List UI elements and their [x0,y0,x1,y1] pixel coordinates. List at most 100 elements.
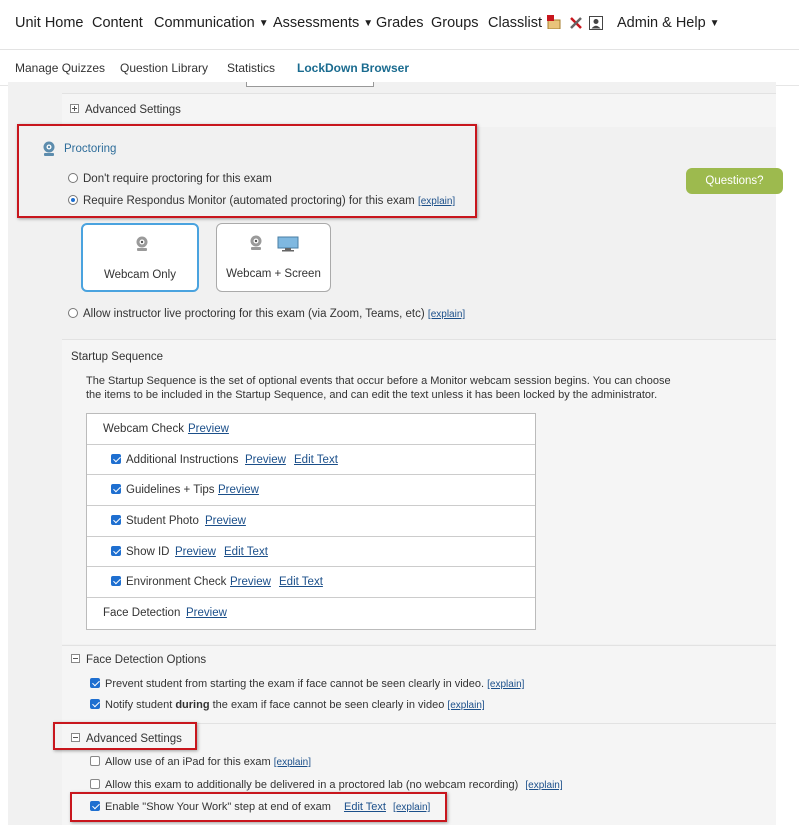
seq-checkbox-item[interactable]: Additional Instructions [111,453,239,466]
preview-link[interactable]: Preview [245,454,286,466]
checkbox[interactable] [90,678,100,688]
nav-assessments-label: Assessments [273,15,360,31]
option-live-proctoring-label: Allow instructor live proctoring for thi… [83,308,425,320]
explain-link[interactable]: [explain] [487,679,524,690]
edit-text-link[interactable]: Edit Text [344,801,386,813]
option-no-proctoring[interactable]: Don't require proctoring for this exam [68,173,272,185]
nav-admin-help-label: Admin & Help [617,15,706,31]
nav-classlist[interactable]: Classlist [488,15,542,31]
checkbox[interactable] [111,453,121,464]
startup-sequence-table: Webcam Check Preview Additional Instruct… [86,413,536,630]
advanced-settings-top-label: Advanced Settings [85,104,181,116]
mail-icon[interactable] [547,15,561,29]
checkbox[interactable] [111,545,121,556]
face-option-notify-pre: Notify student [105,699,176,711]
explain-link[interactable]: [explain] [525,780,562,791]
preview-link[interactable]: Preview [205,515,246,527]
nav-grades[interactable]: Grades [376,15,424,31]
preview-link[interactable]: Preview [175,546,216,558]
seq-label: Guidelines + Tips [126,484,215,497]
advanced-option-ipad[interactable]: Allow use of an iPad for this exam [expl… [90,756,311,768]
nav-groups[interactable]: Groups [431,15,479,31]
advanced-settings-top-toggle[interactable]: Advanced Settings [70,104,181,116]
tab-lockdown-browser[interactable]: LockDown Browser [297,61,409,75]
nav-admin-help[interactable]: Admin & Help ▼ [617,15,720,31]
advanced-settings-title: Advanced Settings [86,733,182,745]
face-option-prevent[interactable]: Prevent student from starting the exam i… [90,678,524,690]
seq-row-show-id: Show ID Preview Edit Text [87,537,535,568]
radio-live-proctoring[interactable] [68,308,78,318]
explain-link[interactable]: [explain] [393,802,430,813]
checkbox[interactable] [111,515,121,526]
checkbox[interactable] [90,699,100,709]
questions-button[interactable]: Questions? [686,168,783,194]
option-no-proctoring-label: Don't require proctoring for this exam [83,173,272,185]
preview-link[interactable]: Preview [230,576,271,588]
nav-communication-label: Communication [154,15,255,31]
edit-text-link[interactable]: Edit Text [294,454,338,466]
sub-navigation: Manage Quizzes Question Library Statisti… [0,50,799,86]
face-detection-title: Face Detection Options [86,654,207,666]
seq-label: Webcam Check [103,423,184,435]
tools-icon[interactable] [569,16,583,30]
nav-assessments[interactable]: Assessments ▼ [273,15,373,31]
seq-row-student-photo: Student Photo Preview [87,506,535,537]
nav-content[interactable]: Content [92,15,143,31]
seq-row-webcam-check: Webcam Check Preview [87,414,535,445]
webcam-icon [136,236,148,251]
checkbox[interactable] [111,576,121,587]
explain-link[interactable]: [explain] [447,700,484,711]
top-navigation: Unit Home Content Communication ▼ Assessm… [0,0,799,50]
option-respondus-monitor-label: Require Respondus Monitor (automated pro… [83,195,415,207]
chevron-down-icon: ▼ [363,18,374,29]
explain-link[interactable]: [explain] [428,309,465,320]
webcam-icon [43,141,55,156]
preview-link[interactable]: Preview [186,607,227,619]
user-box-icon[interactable] [589,16,603,30]
card-webcam-screen[interactable]: Webcam + Screen [216,223,331,292]
face-option-notify[interactable]: Notify student during the exam if face c… [90,699,485,711]
checkbox[interactable] [90,756,100,766]
collapse-icon [71,733,80,742]
seq-checkbox-item[interactable]: Student Photo [111,515,199,527]
seq-row-additional-instructions: Additional Instructions Preview Edit Tex… [87,445,535,476]
password-input[interactable] [246,82,374,87]
radio-respondus-monitor[interactable] [68,195,78,205]
seq-checkbox-item[interactable]: Show ID [111,545,170,558]
monitor-icon [277,236,299,252]
advanced-option-ipad-label: Allow use of an iPad for this exam [105,756,271,768]
advanced-option-lab[interactable]: Allow this exam to additionally be deliv… [90,779,563,791]
startup-sequence-description-line1: The Startup Sequence is the set of optio… [86,375,671,387]
option-respondus-monitor[interactable]: Require Respondus Monitor (automated pro… [68,195,455,207]
seq-label: Student Photo [126,515,199,528]
preview-link[interactable]: Preview [218,484,259,496]
collapse-icon [71,654,80,663]
tab-question-library[interactable]: Question Library [120,61,208,75]
explain-link[interactable]: [explain] [418,196,455,207]
seq-checkbox-item[interactable]: Guidelines + Tips [111,484,215,496]
card-webcam-only[interactable]: Webcam Only [81,223,199,292]
nav-unit-home[interactable]: Unit Home [15,15,84,31]
nav-communication[interactable]: Communication ▼ [154,15,269,31]
advanced-option-lab-label: Allow this exam to additionally be deliv… [105,779,519,791]
explain-link[interactable]: [explain] [274,757,311,768]
edit-text-link[interactable]: Edit Text [279,576,323,588]
startup-sequence-description-line2: the items to be included in the Startup … [86,389,658,401]
checkbox[interactable] [90,779,100,789]
seq-label: Show ID [126,545,170,558]
seq-row-environment-check: Environment Check Preview Edit Text [87,567,535,599]
advanced-settings-toggle[interactable]: Advanced Settings [71,733,182,745]
tab-manage-quizzes[interactable]: Manage Quizzes [15,61,105,75]
checkbox[interactable] [111,484,121,495]
preview-link[interactable]: Preview [188,423,229,435]
radio-no-proctoring[interactable] [68,173,78,183]
face-detection-toggle[interactable]: Face Detection Options [71,654,206,666]
face-option-prevent-label: Prevent student from starting the exam i… [105,678,485,690]
edit-text-link[interactable]: Edit Text [224,546,268,558]
advanced-option-show-work[interactable]: Enable "Show Your Work" step at end of e… [90,801,430,813]
seq-checkbox-item[interactable]: Environment Check [111,576,226,588]
option-live-proctoring[interactable]: Allow instructor live proctoring for thi… [68,308,465,320]
checkbox[interactable] [90,801,100,811]
face-option-notify-post: the exam if face cannot be seen clearly … [209,699,445,711]
tab-statistics[interactable]: Statistics [227,61,275,75]
